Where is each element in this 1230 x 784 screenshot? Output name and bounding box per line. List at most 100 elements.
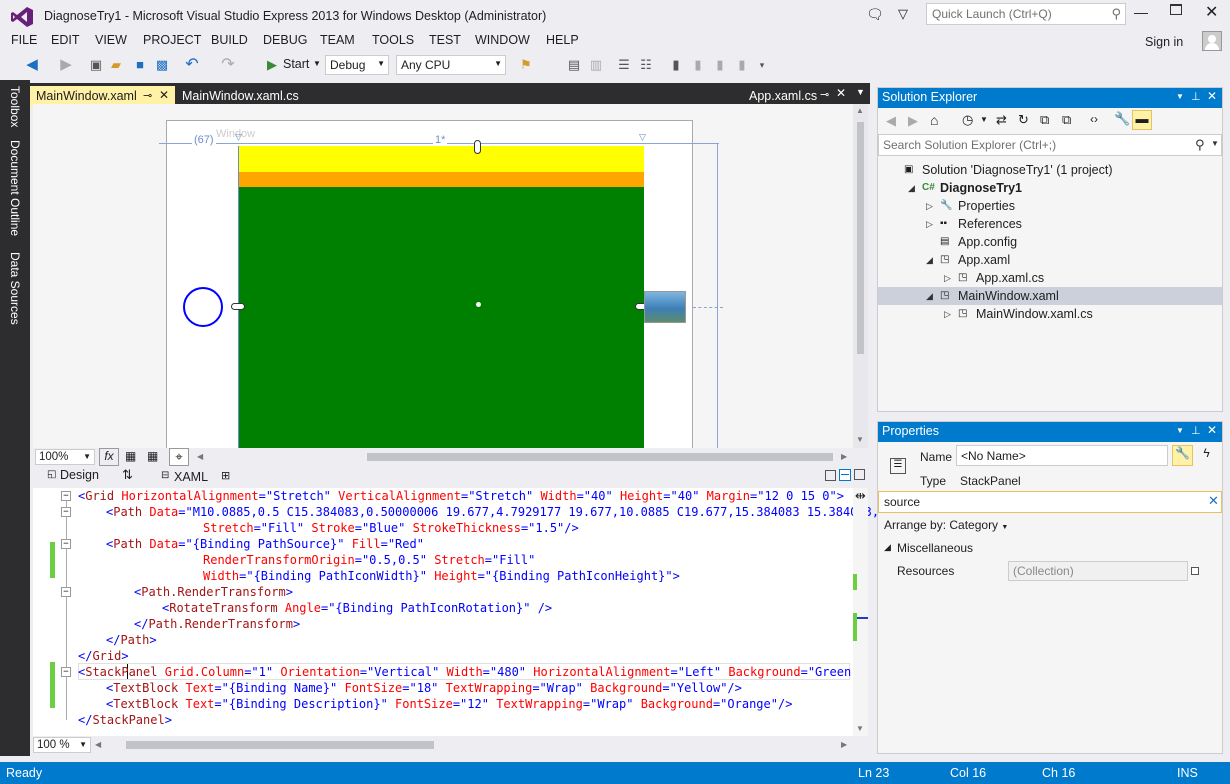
collapse-split-icon[interactable] — [854, 469, 865, 480]
menu-edit[interactable]: EDIT — [51, 33, 79, 47]
menu-build[interactable]: BUILD — [211, 33, 248, 47]
document-outline-tab[interactable]: Document Outline — [8, 140, 22, 236]
code-line[interactable]: <Path Data="{Binding PathSource}" Fill="… — [78, 536, 424, 552]
undo-icon[interactable]: ↶ — [184, 57, 200, 73]
chevron-down-icon[interactable]: ▼ — [1211, 139, 1219, 148]
advanced-options-icon[interactable] — [1191, 567, 1199, 575]
editor-zoom-select[interactable]: 100 % ▼ — [33, 737, 91, 753]
code-line[interactable]: Width="{Binding PathIconWidth}" Height="… — [78, 568, 680, 584]
pending-changes-icon[interactable]: ◷ — [962, 112, 973, 128]
scroll-up-icon[interactable]: ▲ — [856, 106, 864, 115]
pin-icon[interactable]: ⊸ — [820, 88, 829, 101]
menu-tools[interactable]: TOOLS — [372, 33, 414, 47]
scroll-right-icon[interactable]: ▶ — [841, 452, 847, 461]
code-line[interactable]: <StackPanel Grid.Column="1" Orientation=… — [78, 664, 866, 680]
navigate-forward-icon[interactable]: ▶ — [58, 57, 74, 73]
chevron-down-icon[interactable]: ▼ — [980, 115, 988, 124]
clear-search-icon[interactable]: ✕ — [1208, 493, 1219, 509]
close-icon[interactable]: ✕ — [159, 88, 169, 102]
properties-search-input[interactable]: source ✕ — [878, 491, 1222, 513]
stackpanel-green[interactable] — [238, 146, 644, 448]
configuration-select[interactable]: Debug ▼ — [325, 55, 389, 75]
refresh-icon[interactable]: ↻ — [1018, 112, 1029, 128]
minimize-button[interactable]: — — [1134, 4, 1148, 20]
code-line[interactable]: <RotateTransform Angle="{Binding PathIco… — [78, 600, 552, 616]
scroll-left-icon[interactable]: ◀ — [95, 740, 101, 749]
code-line[interactable]: </Path> — [78, 632, 157, 648]
collapsed-icon[interactable]: ▷ — [926, 215, 933, 233]
horizontal-scroll-thumb[interactable] — [126, 741, 434, 749]
redo-icon[interactable]: ↷ — [220, 57, 236, 73]
pin-icon[interactable]: ⊥ — [1191, 90, 1201, 103]
arrange-by-dropdown[interactable]: Arrange by: Category ▼ — [884, 518, 1008, 532]
wrench-icon[interactable]: 🔧 — [1114, 111, 1130, 127]
menu-debug[interactable]: DEBUG — [263, 33, 307, 47]
xaml-designer[interactable]: Window (67) 1* ▽ ▽ — [33, 104, 853, 450]
collapse-icon[interactable]: − — [61, 539, 71, 549]
design-tab[interactable]: Design — [60, 468, 99, 482]
feedback-icon[interactable]: 🗨 — [866, 6, 884, 23]
tree-item[interactable]: ◢ ◳ MainWindow.xaml — [878, 287, 1222, 305]
menu-help[interactable]: HELP — [546, 33, 579, 47]
find-in-files-icon[interactable]: ⚑ — [518, 57, 534, 73]
uncomment-icon[interactable]: ☷ — [638, 57, 654, 73]
new-project-icon[interactable]: ▣ — [88, 57, 104, 73]
home-icon[interactable]: ⌂ — [930, 112, 938, 128]
collapsed-icon[interactable]: ▷ — [944, 305, 951, 323]
back-icon[interactable]: ◀ — [886, 113, 896, 129]
save-all-icon[interactable]: ▩ — [154, 57, 170, 73]
code-line[interactable]: <Grid HorizontalAlignment="Stretch" Vert… — [78, 488, 844, 504]
center-handle[interactable] — [476, 302, 481, 307]
image-thumbnail[interactable] — [644, 291, 686, 323]
scroll-left-icon[interactable]: ◀ — [197, 452, 203, 461]
effects-icon[interactable]: fx — [99, 448, 119, 466]
column-marker-icon[interactable]: ▽ — [235, 132, 242, 143]
sync-icon[interactable]: ⇄ — [996, 112, 1007, 128]
code-line[interactable]: </StackPanel> — [78, 712, 172, 728]
quick-launch-input[interactable]: Quick Launch (Ctrl+Q) ⚲ — [926, 3, 1126, 25]
toolbar-overflow-icon[interactable]: ▾ — [754, 57, 770, 73]
chevron-down-icon[interactable]: ▼ — [1176, 92, 1184, 101]
swap-panes-icon[interactable]: ⇅ — [122, 467, 133, 483]
collapsed-icon[interactable]: ▷ — [926, 197, 933, 215]
expanded-icon[interactable]: ◢ — [926, 251, 933, 269]
collapse-icon[interactable]: − — [61, 491, 71, 501]
collapse-all-icon[interactable]: ⧉ — [1040, 112, 1049, 128]
next-bookmark-icon[interactable]: ▮ — [712, 57, 728, 73]
avatar[interactable] — [1202, 31, 1222, 51]
start-button[interactable]: Start — [283, 57, 309, 71]
pin-icon[interactable]: ⊸ — [143, 89, 152, 102]
expanded-icon[interactable]: ◢ — [908, 179, 915, 197]
toolbox-tab[interactable]: Toolbox — [8, 86, 22, 127]
preview-selected-icon[interactable]: ▬ — [1132, 110, 1152, 130]
horizontal-scroll-thumb[interactable] — [367, 453, 833, 461]
code-line[interactable]: <Path Data="M10.0885,0.5 C15.384083,0.50… — [78, 504, 879, 520]
designer-zoom-select[interactable]: 100% ▼ — [35, 449, 95, 465]
close-icon[interactable]: ✕ — [836, 86, 846, 100]
clear-bookmarks-icon[interactable]: ▮ — [734, 57, 750, 73]
editor-vertical-scrollbar[interactable]: ⇹ ▼ — [853, 488, 868, 736]
grid-icon[interactable]: ▦ — [125, 449, 136, 463]
menu-team[interactable]: TEAM — [320, 33, 355, 47]
events-lightning-icon[interactable]: ϟ — [1196, 446, 1217, 467]
resources-value[interactable]: (Collection) — [1008, 561, 1188, 581]
menu-view[interactable]: VIEW — [95, 33, 127, 47]
save-icon[interactable]: ■ — [132, 57, 148, 73]
menu-project[interactable]: PROJECT — [143, 33, 201, 47]
properties-wrench-icon[interactable]: 🔧 — [1172, 445, 1193, 466]
tree-item[interactable]: ▷ ▪▪ References — [878, 215, 1222, 233]
chevron-down-icon[interactable]: ▼ — [1176, 426, 1184, 435]
tree-item[interactable]: ▷ ◳ MainWindow.xaml.cs — [878, 305, 1222, 323]
menu-test[interactable]: TEST — [429, 33, 461, 47]
prev-bookmark-icon[interactable]: ▮ — [690, 57, 706, 73]
textblock-name-yellow[interactable] — [239, 146, 644, 172]
toolbox-icon[interactable]: ▤ — [566, 57, 582, 73]
tree-item[interactable]: ◢ ◳ App.xaml — [878, 251, 1222, 269]
code-line[interactable]: Stretch="Fill" Stroke="Blue" StrokeThick… — [78, 520, 579, 536]
collapse-pane-icon[interactable]: ⊞ — [221, 469, 230, 482]
code-line[interactable]: </Grid> — [78, 648, 129, 664]
filter-icon[interactable]: ▽ — [898, 6, 908, 22]
designer-vertical-scrollbar[interactable]: ▲ ▼ — [853, 104, 868, 448]
comment-icon[interactable]: ☰ — [616, 57, 632, 73]
open-file-icon[interactable]: ▰ — [108, 57, 124, 73]
